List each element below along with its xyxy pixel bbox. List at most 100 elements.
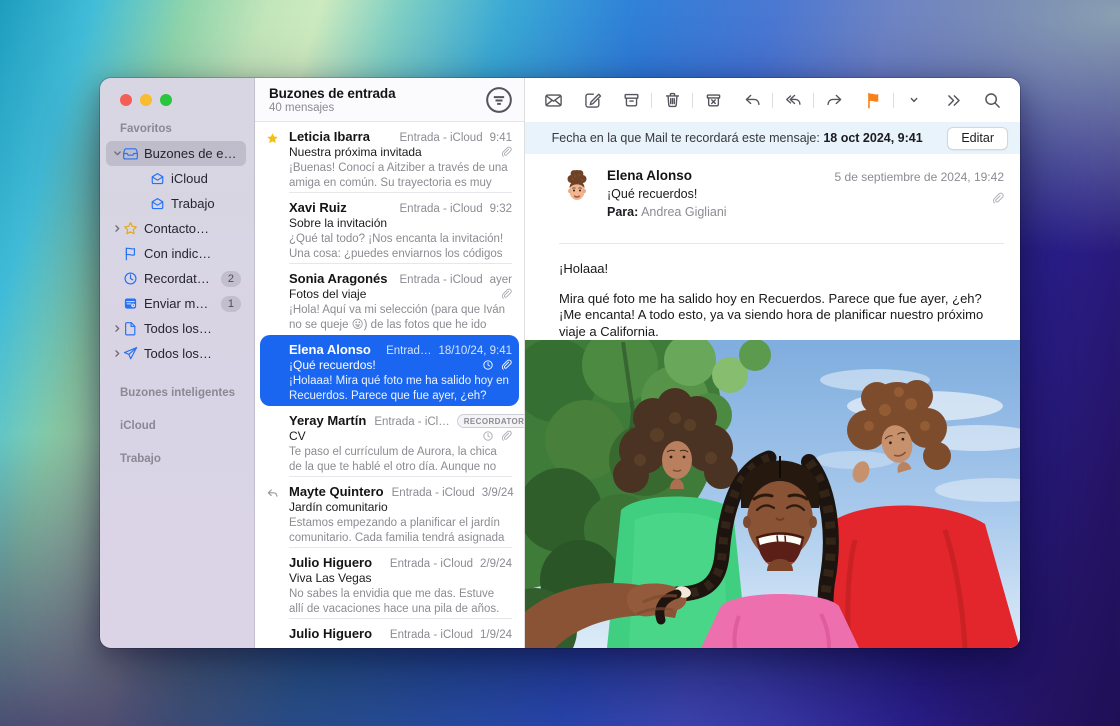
sidebar-item-con-indicador[interactable]: Con indic… xyxy=(106,241,246,266)
message-time: 1/9/24 xyxy=(480,629,512,641)
message-sender: Xavi Ruiz xyxy=(289,200,347,215)
list-message-count: 40 mensajes xyxy=(269,102,395,114)
message-subject: Sobre la invitación xyxy=(289,216,387,230)
sidebar-item-todos-borradores[interactable]: Todos los… xyxy=(106,316,246,341)
compose-button[interactable] xyxy=(579,87,605,113)
sidebar-section-smart-mailboxes[interactable]: Buzones inteligentes xyxy=(100,366,254,399)
mail-window: Favoritos Buzones de e…iCloudTrabajoCont… xyxy=(100,78,1020,648)
sidebar-items: Buzones de e… iCloud TrabajoContacto…Con i… xyxy=(100,141,254,366)
message-mailbox: Entrad… xyxy=(378,345,431,357)
message-subject: Viva Las Vegas xyxy=(289,571,372,585)
sidebar-section-icloud[interactable]: iCloud xyxy=(100,399,254,432)
junk-button[interactable] xyxy=(700,87,726,113)
message-time: 9:41 xyxy=(490,132,512,144)
reply-button[interactable] xyxy=(739,87,765,113)
document-icon xyxy=(123,321,144,336)
message-row[interactable]: Sonia AragonésEntrada - iCloudayerFotos … xyxy=(255,264,524,335)
sidebar-item-label: Todos los… xyxy=(144,321,241,336)
sidebar-section-trabajo[interactable]: Trabajo xyxy=(100,432,254,465)
flag-options-icon xyxy=(909,95,919,105)
close-button[interactable] xyxy=(120,94,132,106)
message-mailbox: Entrada - iCloud xyxy=(382,629,473,641)
archive-button[interactable] xyxy=(618,87,644,113)
get-mail-button[interactable] xyxy=(540,87,566,113)
flag-button[interactable] xyxy=(860,87,886,113)
zoom-button[interactable] xyxy=(160,94,172,106)
message-list-pane: Buzones de entrada 40 mensajes Leticia I… xyxy=(255,78,525,648)
reminder-text: Fecha en la que Mail te recordará este m… xyxy=(537,131,937,145)
message-list-titles: Buzones de entrada 40 mensajes xyxy=(269,86,395,114)
reminder-date: 18 oct 2024, 9:41 xyxy=(823,131,922,145)
edit-reminder-button[interactable]: Editar xyxy=(947,127,1008,150)
flag-options-button[interactable] xyxy=(901,87,927,113)
message-preview: ¿Qué tal todo? ¡Nos encanta la invitació… xyxy=(289,232,512,262)
filter-button[interactable] xyxy=(484,86,514,114)
toolbar-group xyxy=(860,87,927,113)
body-paragraph-1: ¡Holaaa! xyxy=(559,261,1000,278)
message-mailbox: Entrada - iCloud xyxy=(382,558,473,570)
paperplane-icon xyxy=(123,346,144,361)
get-mail-icon xyxy=(544,91,563,110)
reminder-clock-icon xyxy=(482,430,494,442)
reminder-banner: Fecha en la que Mail te recordará este m… xyxy=(525,122,1020,154)
message-mailbox: Entrada - iCloud xyxy=(392,274,483,286)
junk-icon xyxy=(704,91,723,110)
message-sender: Julio Higuero xyxy=(289,555,372,570)
message-row-icons xyxy=(500,146,512,158)
message-row[interactable]: Elena AlonsoEntrad…18/10/24, 9:41¡Qué re… xyxy=(260,335,519,406)
search-button[interactable] xyxy=(979,87,1005,113)
sidebar-item-enviar-mas-tarde[interactable]: Enviar m… 1 xyxy=(106,291,246,316)
reminder-badge: RECORDATORIO xyxy=(457,414,524,428)
send-later-icon xyxy=(123,296,144,311)
message-row[interactable]: Julio HigueroEntrada - iCloud2/9/24Viva … xyxy=(255,548,524,619)
toolbar-separator xyxy=(893,93,894,108)
trash-button[interactable] xyxy=(659,87,685,113)
to-name[interactable]: Andrea Gigliani xyxy=(641,205,726,219)
sidebar-item-inbox-icloud[interactable]: iCloud xyxy=(106,166,246,191)
toolbar-separator xyxy=(772,93,773,108)
message-row[interactable]: Mayte QuinteroEntrada - iCloud3/9/24Jard… xyxy=(255,477,524,548)
minimize-button[interactable] xyxy=(140,94,152,106)
forward-button[interactable] xyxy=(821,87,847,113)
chevron-down-icon[interactable] xyxy=(111,149,123,158)
flag-icon xyxy=(123,246,144,261)
more-button[interactable] xyxy=(940,87,966,113)
unread-count-badge: 1 xyxy=(221,296,241,312)
sidebar-item-recordatorios[interactable]: Recordat…2 xyxy=(106,266,246,291)
attachment-paperclip-icon[interactable] xyxy=(991,192,1004,210)
reply-all-button[interactable] xyxy=(780,87,806,113)
sidebar: Favoritos Buzones de e…iCloudTrabajoCont… xyxy=(100,78,255,648)
window-controls xyxy=(100,78,254,106)
flagged-star-icon xyxy=(255,129,289,193)
to-label: Para: xyxy=(607,205,638,219)
email-body: ¡Holaaa! Mira qué foto me ha salido hoy … xyxy=(525,244,1020,340)
sidebar-item-inbox-trabajo[interactable]: Trabajo xyxy=(106,191,246,216)
sidebar-item-contactos[interactable]: Contacto… xyxy=(106,216,246,241)
message-sender: Sonia Aragonés xyxy=(289,271,387,286)
sidebar-item-todos-enviados[interactable]: Todos los… xyxy=(106,341,246,366)
toolbar-separator xyxy=(651,93,652,108)
message-row-icons xyxy=(482,430,512,442)
chevron-right-icon[interactable] xyxy=(111,349,123,358)
message-time: 9:32 xyxy=(490,203,512,215)
trash-icon xyxy=(663,91,682,110)
sidebar-item-inboxes[interactable]: Buzones de e… xyxy=(106,141,246,166)
message-rows: Leticia IbarraEntrada - iCloud9:41Nuestr… xyxy=(255,122,524,648)
sidebar-item-label: iCloud xyxy=(171,171,241,186)
clock-icon xyxy=(123,271,144,286)
sidebar-item-label: Recordat… xyxy=(144,271,217,286)
message-row[interactable]: Yeray MartínEntrada - iCl…RECORDATORIOCV… xyxy=(255,406,524,477)
email-sender[interactable]: Elena Alonso xyxy=(607,168,727,183)
email-recipient: Para: Andrea Gigliani xyxy=(607,205,727,219)
message-preview: ¡Holaaa! Mira qué foto me ha salido hoy … xyxy=(289,374,512,404)
message-row[interactable]: Xavi RuizEntrada - iCloud9:32Sobre la in… xyxy=(255,193,524,264)
attachment-paperclip-icon xyxy=(500,146,512,158)
inbox-tray-icon xyxy=(123,146,144,161)
chevron-right-icon[interactable] xyxy=(111,224,123,233)
sidebar-item-label: Enviar m… xyxy=(144,296,217,311)
chevron-right-icon[interactable] xyxy=(111,324,123,333)
toolbar-separator xyxy=(813,93,814,108)
message-row[interactable]: Leticia IbarraEntrada - iCloud9:41Nuestr… xyxy=(255,122,524,193)
more-icon xyxy=(944,91,963,110)
message-row[interactable]: Julio HigueroEntrada - iCloud1/9/24 xyxy=(255,619,524,648)
